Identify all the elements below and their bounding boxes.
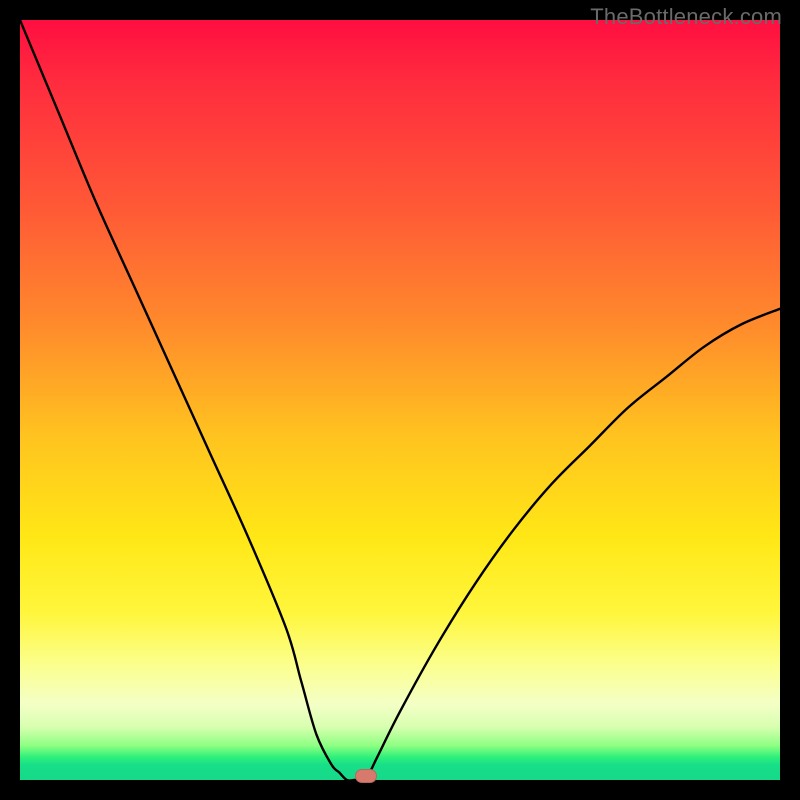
watermark-text: TheBottleneck.com <box>590 4 782 30</box>
bottleneck-curve-path <box>20 20 780 780</box>
chart-container: TheBottleneck.com <box>0 0 800 800</box>
plot-area <box>20 20 780 780</box>
marker-dot <box>355 769 377 783</box>
curve-svg <box>20 20 780 780</box>
